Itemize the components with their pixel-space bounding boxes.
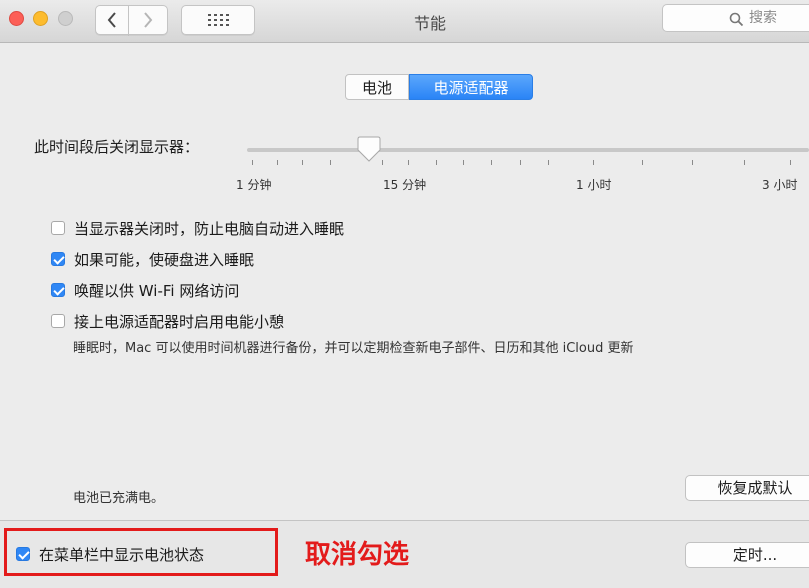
annotation-text: 取消勾选 [305, 540, 410, 570]
checkbox-show-battery-menubar[interactable] [16, 547, 30, 561]
option-power-nap[interactable]: 接上电源适配器时启用电能小憩 [51, 311, 284, 331]
slider-tick [744, 160, 745, 165]
checkbox-power-nap[interactable] [51, 314, 65, 328]
search-field[interactable] [662, 4, 809, 32]
chevron-left-icon [107, 12, 116, 28]
slider-tick [790, 160, 791, 165]
option-show-battery-menubar-label: 在菜单栏中显示电池状态 [39, 545, 205, 564]
window-title: 节能 [413, 14, 446, 33]
checkbox-wake-wifi[interactable] [51, 283, 65, 297]
option-wake-wifi[interactable]: 唤醒以供 Wi-Fi 网络访问 [51, 280, 239, 300]
display-sleep-slider-knob[interactable] [357, 135, 381, 163]
back-button[interactable] [95, 5, 129, 35]
slider-tick [252, 160, 253, 165]
tick-label-15min: 15 分钟 [383, 178, 427, 192]
checkbox-disk-sleep[interactable] [51, 252, 65, 266]
search-icon [729, 12, 744, 27]
chevron-right-icon [144, 12, 153, 28]
option-disk-sleep[interactable]: 如果可能，使硬盘进入睡眠 [51, 249, 254, 269]
option-prevent-sleep[interactable]: 当显示器关闭时，防止电脑自动进入睡眠 [51, 218, 344, 238]
display-sleep-slider-track[interactable] [247, 148, 809, 152]
forward-button[interactable] [128, 5, 168, 35]
power-source-tabs: 电池 电源适配器 [345, 74, 533, 100]
minimize-button[interactable] [33, 11, 48, 26]
option-show-battery-menubar[interactable]: 在菜单栏中显示电池状态 [16, 544, 204, 564]
option-prevent-sleep-label: 当显示器关闭时，防止电脑自动进入睡眠 [74, 219, 345, 238]
option-wake-wifi-label: 唤醒以供 Wi-Fi 网络访问 [74, 281, 240, 300]
slider-tick [593, 160, 594, 165]
battery-status: 电池已充满电。 [73, 491, 165, 506]
slider-tick [408, 160, 409, 165]
slider-tick [642, 160, 643, 165]
slider-tick [548, 160, 549, 165]
checkbox-prevent-sleep[interactable] [51, 221, 65, 235]
power-nap-note: 睡眠时，Mac 可以使用时间机器进行备份，并可以定期检查新电子部件、日历和其他 … [73, 341, 634, 356]
tick-label-1min: 1 分钟 [236, 178, 272, 192]
slider-tick [491, 160, 492, 165]
option-power-nap-label: 接上电源适配器时启用电能小憩 [74, 312, 285, 331]
slider-tick [302, 160, 303, 165]
tick-label-1hour: 1 小时 [576, 178, 612, 192]
restore-defaults-button[interactable]: 恢复成默认 [685, 475, 809, 501]
show-all-button[interactable] [181, 5, 255, 35]
tab-power-adapter[interactable]: 电源适配器 [409, 74, 533, 100]
slider-tick [436, 160, 437, 165]
slider-tick [692, 160, 693, 165]
slider-tick [520, 160, 521, 165]
search-input[interactable] [749, 8, 809, 28]
option-disk-sleep-label: 如果可能，使硬盘进入睡眠 [74, 250, 255, 269]
grid-icon [208, 14, 229, 26]
tick-label-3hours: 3 小时 [762, 178, 798, 192]
close-button[interactable] [9, 11, 24, 26]
slider-tick [382, 160, 383, 165]
tab-battery[interactable]: 电池 [345, 74, 409, 100]
schedule-button[interactable]: 定时... [685, 542, 809, 568]
slider-tick [330, 160, 331, 165]
zoom-button[interactable] [58, 11, 73, 26]
title-bar: 节能 [0, 0, 809, 43]
slider-tick [277, 160, 278, 165]
display-sleep-label: 此时间段后关闭显示器： [34, 138, 200, 156]
slider-tick [463, 160, 464, 165]
